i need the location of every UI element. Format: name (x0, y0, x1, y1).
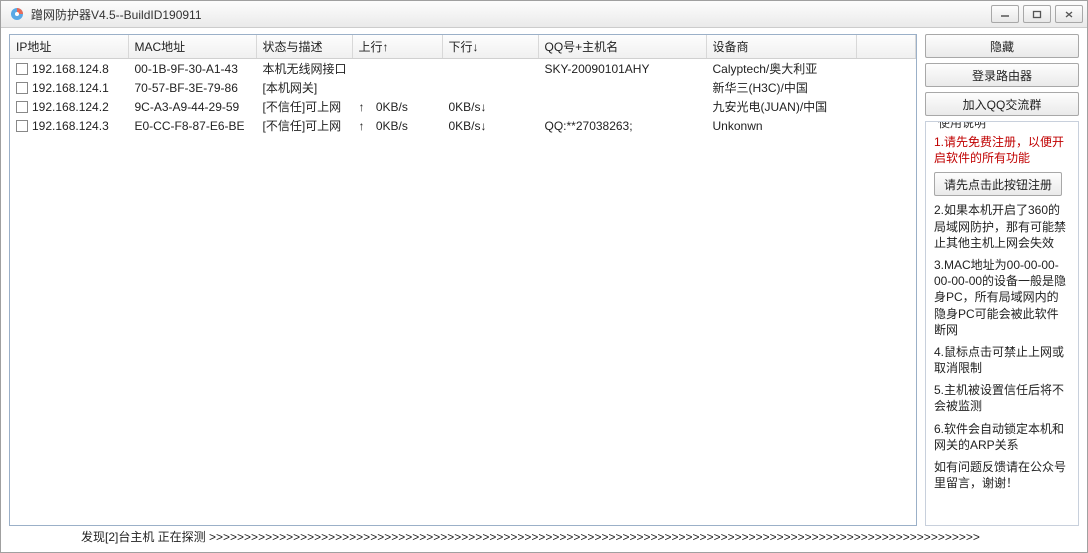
col-header-vendor[interactable]: 设备商 (706, 35, 856, 59)
help-line-4: 4.鼠标点击可禁止上网或取消限制 (934, 344, 1070, 376)
col-header-down[interactable]: 下行↓ (442, 35, 538, 59)
row-checkbox[interactable] (16, 120, 28, 132)
minimize-button[interactable] (991, 5, 1019, 23)
col-header-spacer (856, 35, 916, 59)
close-button[interactable] (1055, 5, 1083, 23)
join-qq-group-button[interactable]: 加入QQ交流群 (925, 92, 1079, 116)
table-row[interactable]: 192.168.124.800-1B-9F-30-A1-43本机无线网接口 SK… (10, 59, 916, 79)
app-icon (9, 6, 25, 22)
col-header-mac[interactable]: MAC地址 (128, 35, 256, 59)
table-row[interactable]: 192.168.124.170-57-BF-3E-79-86[本机网关] 新华三… (10, 78, 916, 97)
host-list-panel: IP地址 MAC地址 状态与描述 上行↑ 下行↓ QQ号+主机名 设备商 192… (9, 34, 917, 526)
usage-help-group: 使用说明 1.请先免费注册，以便开启软件的所有功能 请先点击此按钮注册 2.如果… (925, 121, 1079, 526)
login-router-button[interactable]: 登录路由器 (925, 63, 1079, 87)
row-checkbox[interactable] (16, 82, 28, 94)
help-line-5: 5.主机被设置信任后将不会被监测 (934, 382, 1070, 414)
help-line-6: 6.软件会自动锁定本机和网关的ARP关系 (934, 421, 1070, 453)
help-line-3: 3.MAC地址为00-00-00-00-00-00的设备一般是隐身PC，所有局域… (934, 257, 1070, 338)
window-controls (991, 5, 1083, 23)
col-header-ip[interactable]: IP地址 (10, 35, 128, 59)
help-line-1: 1.请先免费注册，以便开启软件的所有功能 (934, 134, 1070, 166)
window-title: 蹭网防护器V4.5--BuildID190911 (31, 6, 991, 23)
usage-help-legend: 使用说明 (934, 121, 990, 131)
col-header-up[interactable]: 上行↑ (352, 35, 442, 59)
host-table[interactable]: IP地址 MAC地址 状态与描述 上行↑ 下行↓ QQ号+主机名 设备商 192… (10, 35, 916, 135)
col-header-qq[interactable]: QQ号+主机名 (538, 35, 706, 59)
status-bar: 发现[2]台主机 正在探测 >>>>>>>>>>>>>>>>>>>>>>>>>>… (1, 526, 1087, 546)
col-header-status[interactable]: 状态与描述 (256, 35, 352, 59)
table-row[interactable]: 192.168.124.3E0-CC-F8-87-E6-BE[不信任]可上网↑ … (10, 116, 916, 135)
side-panel: 隐藏 登录路由器 加入QQ交流群 使用说明 1.请先免费注册，以便开启软件的所有… (925, 34, 1079, 526)
row-checkbox[interactable] (16, 101, 28, 113)
help-line-2: 2.如果本机开启了360的局域网防护，那有可能禁止其他主机上网会失效 (934, 202, 1070, 251)
row-checkbox[interactable] (16, 63, 28, 75)
table-row[interactable]: 192.168.124.29C-A3-A9-44-29-59[不信任]可上网↑ … (10, 97, 916, 116)
titlebar: 蹭网防护器V4.5--BuildID190911 (1, 1, 1087, 28)
register-button[interactable]: 请先点击此按钮注册 (934, 172, 1062, 196)
help-line-7: 如有问题反馈请在公众号里留言，谢谢！ (934, 459, 1070, 491)
maximize-button[interactable] (1023, 5, 1051, 23)
hide-button[interactable]: 隐藏 (925, 34, 1079, 58)
